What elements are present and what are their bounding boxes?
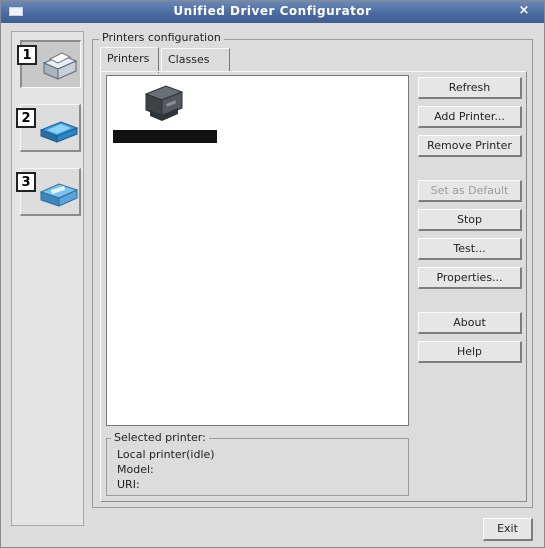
add-printer-button[interactable]: Add Printer... — [418, 106, 522, 128]
title-bar[interactable]: Unified Driver Configurator × — [1, 1, 544, 23]
tab-printers[interactable]: Printers — [100, 47, 159, 73]
printer-list[interactable] — [106, 75, 409, 426]
printer-name-redacted — [113, 130, 217, 143]
sidebar-item-printers[interactable]: 1 — [17, 40, 81, 88]
list-item[interactable] — [113, 80, 217, 144]
selected-printer-title: Selected printer: — [111, 431, 209, 444]
stop-button[interactable]: Stop — [418, 209, 522, 231]
printers-config-title: Printers configuration — [99, 31, 224, 44]
selected-printer-model: Model: — [117, 463, 154, 476]
sidebar-item-number: 1 — [17, 45, 37, 65]
remove-printer-button[interactable]: Remove Printer — [418, 135, 522, 157]
sidebar: 1 2 3 — [11, 31, 84, 526]
set-as-default-button[interactable]: Set as Default — [418, 180, 522, 202]
refresh-button[interactable]: Refresh — [418, 77, 522, 99]
close-button[interactable]: × — [516, 2, 532, 20]
about-button[interactable]: About — [418, 312, 522, 334]
window-title: Unified Driver Configurator — [173, 4, 372, 18]
scanner-config-icon — [39, 112, 79, 149]
selected-printer-status: Local printer(idle) — [117, 448, 215, 461]
printer-config-icon — [40, 49, 80, 86]
properties-button[interactable]: Properties... — [418, 267, 522, 289]
test-button[interactable]: Test... — [418, 238, 522, 260]
sidebar-item-number: 2 — [16, 108, 36, 128]
help-button[interactable]: Help — [418, 341, 522, 363]
port-config-icon — [39, 176, 79, 213]
printer-icon — [144, 85, 184, 121]
sidebar-item-ports[interactable]: 3 — [16, 168, 81, 216]
exit-button[interactable]: Exit — [483, 518, 533, 541]
sidebar-item-scanners[interactable]: 2 — [16, 104, 81, 152]
app-window: Unified Driver Configurator × 1 2 3 Prin… — [0, 0, 545, 548]
tab-classes[interactable]: Classes — [161, 48, 230, 71]
selected-printer-uri: URI: — [117, 478, 140, 491]
sidebar-item-number: 3 — [16, 172, 36, 192]
